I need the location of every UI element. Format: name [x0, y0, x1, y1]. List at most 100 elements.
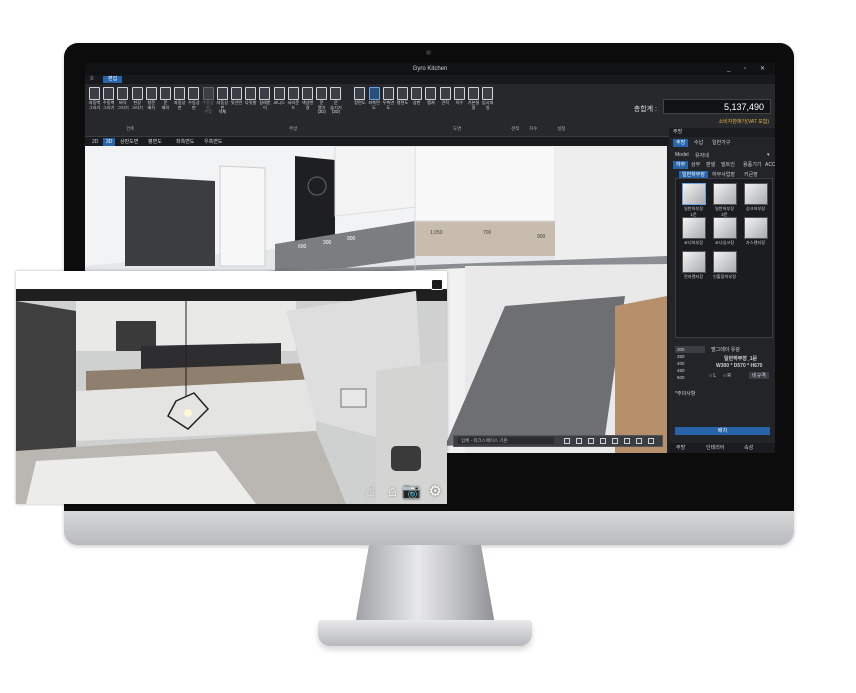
ribbon-button[interactable]: 수동벽 그리기	[102, 87, 115, 110]
panel-subtab[interactable]: ACC	[762, 161, 775, 169]
doc-tab[interactable]: 우측면도	[201, 138, 225, 146]
nonstandard-button[interactable]: 비규격	[749, 372, 769, 379]
ribbon-button[interactable]: 문 숨기기(3D)	[329, 87, 342, 115]
panel-subtab[interactable]: 상부	[688, 161, 703, 169]
cabinet-item[interactable]: 인출함하부장	[711, 251, 738, 281]
place-button[interactable]: 배치	[675, 427, 770, 435]
ribbon-button[interactable]: 바닥 그리기	[116, 87, 129, 110]
ribbon-button[interactable]: 코니스	[273, 87, 286, 106]
model-select[interactable]: 유자네	[695, 152, 709, 159]
fit-icon[interactable]	[612, 438, 618, 444]
ribbon-button-icon	[425, 87, 437, 100]
doc-tab[interactable]: 2D	[89, 138, 101, 146]
ribbon-button-icon	[330, 87, 342, 100]
ribbon-button-icon	[174, 87, 186, 100]
ribbon-button-label: 좌측면도	[368, 100, 380, 110]
cabinet-item[interactable]: 싱크하부장	[742, 183, 769, 213]
camera-icon[interactable]	[624, 438, 630, 444]
panel-subtab[interactable]: 판넬	[703, 161, 718, 169]
menu-bar: ≡ 편집	[85, 75, 775, 84]
ribbon-button[interactable]: 수동상판	[187, 87, 200, 110]
ribbon-button[interactable]: 색상변경	[301, 87, 314, 110]
ribbon-button[interactable]: 캡쳐	[424, 87, 437, 106]
ribbon-button[interactable]: 다릿발	[244, 87, 257, 106]
cabinet-item[interactable]: 가스렌지장	[742, 217, 769, 247]
ribbon-button-label: 수동벽 그리기	[102, 100, 115, 110]
size-option[interactable]: 350	[675, 353, 705, 360]
monitor-stand-neck	[355, 545, 495, 625]
size-option[interactable]: 400	[675, 360, 705, 367]
ribbon-button[interactable]: 임시파일	[481, 87, 494, 110]
ribbon-button[interactable]: 우측면도	[382, 87, 395, 110]
ribbon-button[interactable]: 뒷선반	[230, 87, 243, 106]
ribbon-button[interactable]: 자동상판 삭제	[216, 87, 229, 115]
pan-icon[interactable]	[588, 438, 594, 444]
ribbon-button[interactable]: 걸레받이	[258, 87, 271, 110]
cabinet-item[interactable]: 일반하부장 2문	[711, 183, 738, 217]
expand-window-icon[interactable]	[431, 279, 443, 290]
total-value: 5,137,490	[663, 99, 771, 114]
ribbon-button[interactable]: 문 배치	[159, 87, 172, 110]
panel-tab-storage[interactable]: 수납	[691, 139, 706, 147]
doc-tab[interactable]: 좌측면도	[173, 138, 197, 146]
ribbon-button[interactable]: 서라운드	[287, 87, 300, 110]
quick-access-icon[interactable]: ≡	[90, 76, 94, 83]
hand-pointer-icon[interactable]: ☝	[366, 484, 375, 500]
rotate-icon[interactable]	[576, 438, 582, 444]
ribbon-button[interactable]: 문 열기(3D)	[315, 87, 328, 115]
ribbon-button[interactable]: 좌측면도	[368, 87, 381, 110]
ribbon-button[interactable]: 천장 그리기	[131, 87, 144, 110]
size-list: 300 350 400 450 500	[675, 346, 705, 381]
ribbon-button[interactable]: 정면도	[353, 87, 366, 106]
footer-tab-interior[interactable]: 인테리어	[703, 444, 727, 452]
ribbon-button[interactable]: 수동상판 수정	[202, 87, 215, 115]
menu-tab-edit[interactable]: 편집	[103, 76, 123, 83]
ribbon-button[interactable]: 창문 배치	[145, 87, 158, 110]
panel-tab-furniture[interactable]: 일반가구	[709, 139, 733, 147]
camera-icon[interactable]: 📷	[402, 484, 421, 500]
cabinet-item[interactable]: 코너하부장	[680, 217, 707, 247]
size-option[interactable]: 500	[675, 374, 705, 381]
panel-subtab[interactable]: 하부	[673, 161, 689, 169]
size-option[interactable]: 300	[675, 346, 705, 353]
ribbon-button[interactable]: 자동벽 그리기	[88, 87, 101, 110]
doc-tab[interactable]: 상판도면	[117, 138, 141, 146]
cabinet-thumbnail	[712, 183, 737, 205]
ribbon-button-label: 기본설정	[467, 100, 480, 110]
cabinet-item[interactable]: 전자렌지장	[680, 251, 707, 281]
cursor-icon[interactable]	[564, 438, 570, 444]
home-icon[interactable]: ⌂	[388, 484, 397, 500]
ribbon-button[interactable]: 견적	[439, 87, 452, 106]
ribbon-button-icon	[273, 87, 285, 100]
doc-tab[interactable]: 평면도	[145, 138, 165, 146]
ribbon-button[interactable]: 치수	[453, 87, 466, 106]
box-icon[interactable]	[636, 438, 642, 444]
ribbon-button-label: 코니스	[273, 100, 285, 105]
size-option[interactable]: 450	[675, 367, 705, 374]
cabinet-item[interactable]: 코너싱크장	[711, 217, 738, 247]
doc-tab[interactable]: 3D	[103, 138, 116, 146]
ribbon-button[interactable]: 평면도	[396, 87, 409, 106]
chevron-down-icon[interactable]: ▾	[767, 152, 770, 158]
ribbon-button[interactable]: 기본설정	[467, 87, 480, 110]
ribbon-button[interactable]: 상판	[410, 87, 423, 106]
zoom-icon[interactable]	[600, 438, 606, 444]
ribbon-button-label: 서라운드	[287, 100, 300, 110]
ribbon-group-label: 주방	[289, 126, 298, 131]
footer-tab-properties[interactable]: 속성	[741, 444, 756, 452]
view-mode-select[interactable]: 입체 - 워크스페이스 기본	[458, 437, 554, 444]
panel-tab-kitchen[interactable]: 주방	[673, 139, 689, 147]
orient-radio-r[interactable]: ○ R	[723, 373, 731, 379]
panel-subtab[interactable]: 빌트인	[718, 161, 738, 169]
cabinet-item[interactable]: 일반하부장 1문	[680, 183, 707, 217]
window-controls[interactable]: _ ▫ ✕	[727, 63, 771, 75]
gear-icon[interactable]: ⚙	[429, 484, 442, 500]
panel-subtab[interactable]: 용품기기	[740, 161, 764, 169]
ribbon-button-label: 상판	[412, 100, 421, 105]
ribbon-button[interactable]: 자동상판	[173, 87, 186, 110]
footer-tab-kitchen[interactable]: 주방	[673, 444, 688, 452]
orient-radio-l[interactable]: ○ L	[709, 373, 716, 379]
color-select[interactable]: 멜그레이 유광	[711, 346, 740, 353]
cabinet-thumbnail	[743, 183, 768, 205]
grid-icon[interactable]	[648, 438, 654, 444]
